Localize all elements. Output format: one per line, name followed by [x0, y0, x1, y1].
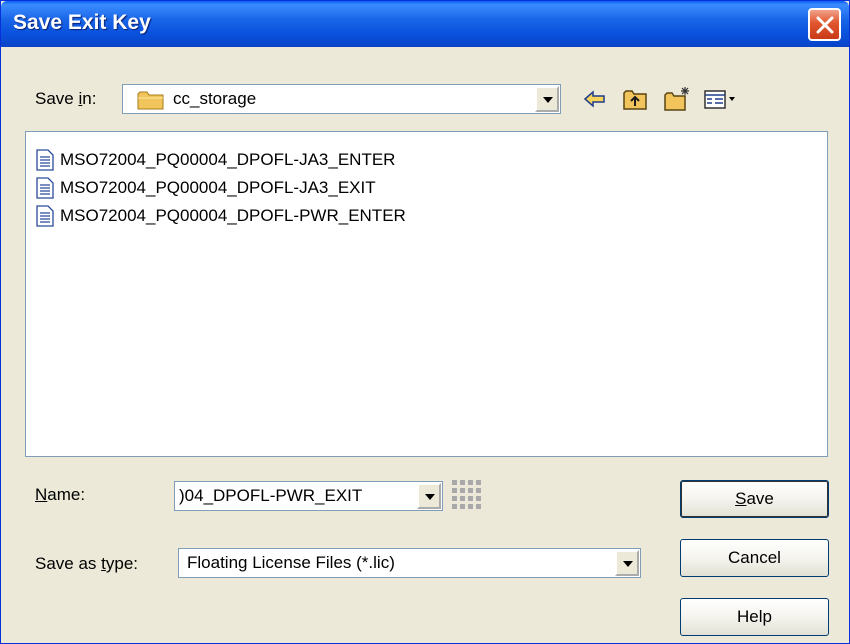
file-name: MSO72004_PQ00004_DPOFL-JA3_EXIT — [60, 178, 376, 197]
save-in-label: Save in: — [35, 89, 97, 108]
file-name: MSO72004_PQ00004_DPOFL-JA3_ENTER — [60, 150, 396, 169]
save-as-type-dropdown[interactable]: Floating License Files (*.lic) — [178, 548, 641, 578]
close-icon — [816, 16, 834, 34]
folder-icon — [137, 91, 164, 110]
document-icon — [36, 149, 54, 171]
name-label: Name: — [35, 485, 86, 504]
document-icon — [36, 205, 54, 227]
back-arrow-icon[interactable] — [581, 85, 609, 113]
cancel-button[interactable]: Cancel — [680, 539, 829, 577]
save-in-dropdown-arrow[interactable] — [535, 86, 559, 112]
save-exit-key-dialog: Save Exit Key Save in: cc_storage MSO720… — [0, 0, 850, 644]
file-name-value[interactable]: )04_DPOFL-PWR_EXIT — [179, 486, 362, 506]
file-list[interactable]: MSO72004_PQ00004_DPOFL-JA3_ENTER MSO7200… — [25, 131, 828, 457]
save-button[interactable]: Save — [680, 480, 829, 518]
up-folder-icon[interactable] — [621, 85, 649, 113]
view-menu-icon[interactable] — [703, 85, 743, 113]
save-in-dropdown[interactable]: cc_storage — [122, 84, 561, 114]
file-name-dropdown-arrow[interactable] — [417, 483, 441, 509]
help-button[interactable]: Help — [680, 598, 829, 636]
save-as-type-label: Save as type: — [35, 554, 139, 573]
file-name-input[interactable]: )04_DPOFL-PWR_EXIT — [174, 481, 443, 511]
document-icon — [36, 177, 54, 199]
new-folder-icon[interactable] — [663, 85, 691, 113]
save-as-type-value: Floating License Files (*.lic) — [187, 553, 395, 572]
file-name: MSO72004_PQ00004_DPOFL-PWR_ENTER — [60, 206, 406, 225]
grip-icon — [452, 480, 481, 509]
dialog-title: Save Exit Key — [13, 11, 151, 34]
save-in-value: cc_storage — [173, 89, 257, 108]
close-button[interactable] — [808, 8, 841, 41]
title-bar[interactable]: Save Exit Key — [1, 1, 849, 47]
save-as-type-dropdown-arrow[interactable] — [615, 550, 639, 576]
